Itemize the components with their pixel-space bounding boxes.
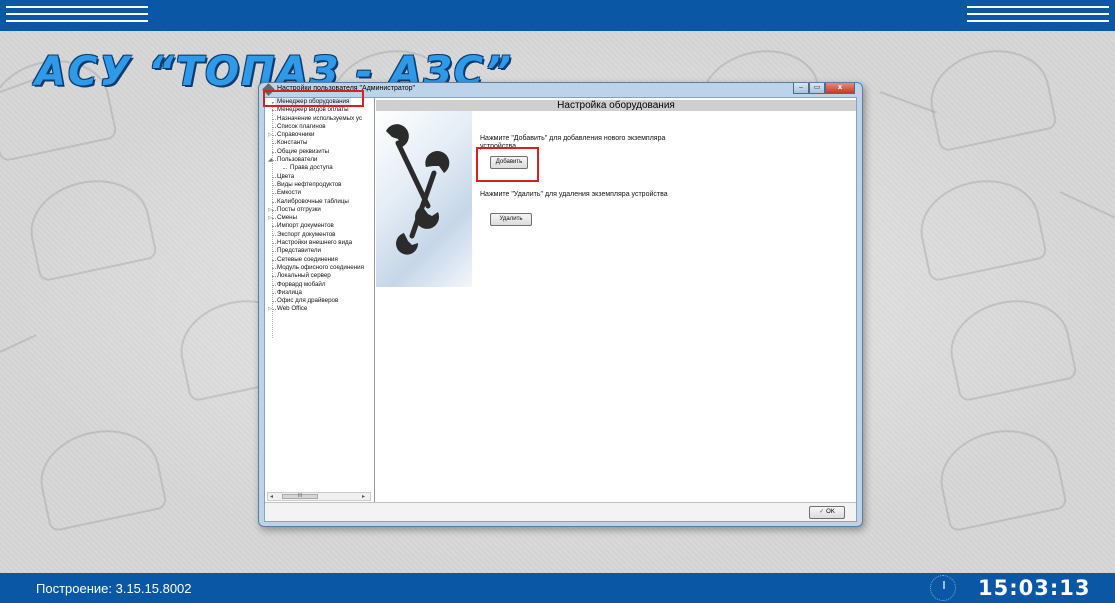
build-version: Построение: 3.15.15.8002 xyxy=(36,581,192,596)
scroll-thumb[interactable]: III xyxy=(282,494,318,499)
expand-arrow-icon[interactable]: ▷ xyxy=(268,214,272,222)
tree-item[interactable]: Представители xyxy=(265,247,374,255)
tree-item[interactable]: Физлица xyxy=(265,289,374,297)
tree-item[interactable]: Офис для драйверов xyxy=(265,297,374,305)
tree-item-label: Посты отгрузки xyxy=(277,205,321,213)
tree-item-label: Справочники xyxy=(277,131,315,139)
tree-item[interactable]: Экспорт документов xyxy=(265,231,374,239)
tree-item[interactable]: Общие реквизиты xyxy=(265,148,374,156)
tree-item-label: Список плагинов xyxy=(277,122,326,130)
scroll-right-icon[interactable]: ▸ xyxy=(362,493,365,500)
add-hint-text: Нажмите "Добавить" для добавления нового… xyxy=(480,135,666,150)
wrenches-icon xyxy=(386,124,450,255)
expand-arrow-icon[interactable]: ▷ xyxy=(268,131,272,139)
expand-arrow-icon[interactable]: ▷ xyxy=(268,305,272,313)
tree-item[interactable]: ▷ Посты отгрузки xyxy=(265,206,374,214)
menu-icon-right[interactable] xyxy=(967,6,1109,26)
tree-item-label: Импорт документов xyxy=(277,222,334,230)
content-header: Настройка оборудования xyxy=(376,100,856,111)
clock-icon xyxy=(930,575,956,601)
tree-item[interactable]: Виды нефтепродуктов xyxy=(265,181,374,189)
tree-item[interactable]: Менеджер видов оплаты xyxy=(265,106,374,114)
watermark-logo-icon xyxy=(921,39,1059,153)
window-controls: ‒ ▭ x xyxy=(793,83,855,95)
tree-item-label: Права доступа xyxy=(290,164,333,172)
tree-item[interactable]: ▷ Смены xyxy=(265,214,374,222)
ok-button-label: OK xyxy=(826,509,835,515)
tree-item-label: Локальный сервер xyxy=(277,272,331,280)
tree-item-label: Менеджер видов оплаты xyxy=(277,106,349,114)
tree-item-label: Общие реквизиты xyxy=(277,147,329,155)
scroll-left-icon[interactable]: ◂ xyxy=(270,493,273,500)
tree-item[interactable]: Настройки внешнего вида xyxy=(265,239,374,247)
tree-item[interactable]: Менеджер оборудования xyxy=(265,98,374,107)
tree-item-label: Цвета xyxy=(277,172,295,180)
menu-icon-left[interactable] xyxy=(6,6,148,26)
window-footer: ✓ OK xyxy=(265,502,856,521)
top-bar xyxy=(0,0,1115,31)
check-icon: ✓ xyxy=(819,509,825,515)
close-button[interactable]: x xyxy=(825,83,855,94)
tree-item-label: Форвард мобайл xyxy=(277,280,326,288)
window-body: Менеджер оборудования Менеджер видов опла… xyxy=(264,97,857,522)
tree-item[interactable]: Цвета xyxy=(265,173,374,181)
tree-item[interactable]: Модуль офисного соединения xyxy=(265,264,374,272)
watermark-logo-icon xyxy=(931,419,1069,533)
wrench-illustration xyxy=(376,111,472,287)
tree-item-label: Смены xyxy=(277,214,298,222)
tree-item-label: Офис для драйверов xyxy=(277,297,339,305)
watermark-logo-icon xyxy=(21,169,159,283)
tree-item[interactable]: Калибровочные таблицы xyxy=(265,198,374,206)
tree-item[interactable]: Права доступа xyxy=(265,164,374,172)
tree-item[interactable]: ◢ Пользователи xyxy=(265,156,374,164)
tree-item[interactable]: Константы xyxy=(265,139,374,147)
settings-tree: Менеджер оборудования Менеджер видов опла… xyxy=(265,98,375,502)
window-title: Настройки пользователя "Администратор" xyxy=(277,85,416,92)
delete-hint-text: Нажмите "Удалить" для удаления экземпляр… xyxy=(480,191,668,198)
tree-item-label: Сетевые соединения xyxy=(277,255,338,263)
tree-item[interactable]: Емкости xyxy=(265,189,374,197)
tree-item[interactable]: Список плагинов xyxy=(265,123,374,131)
delete-button[interactable]: Удалить xyxy=(490,213,532,226)
tree-item[interactable]: Импорт документов xyxy=(265,222,374,230)
tree-item-label: Менеджер оборудования xyxy=(275,98,352,107)
tree-item[interactable]: Сетевые соединения xyxy=(265,256,374,264)
tree-item[interactable]: ▷ Справочники xyxy=(265,131,374,139)
tree-item-label: Настройки внешнего вида xyxy=(277,239,353,247)
tree-item-label: Емкости xyxy=(277,189,301,197)
window-titlebar[interactable]: Настройки пользователя "Администратор" ‒… xyxy=(259,83,862,97)
tree-items: Менеджер оборудования Менеджер видов опла… xyxy=(265,98,374,314)
status-bar: Построение: 3.15.15.8002 15:03:13 xyxy=(0,573,1115,603)
tree-item-label: Константы xyxy=(277,139,308,147)
ok-button[interactable]: ✓ OK xyxy=(809,506,845,519)
tree-horizontal-scrollbar[interactable]: ◂ III ▸ xyxy=(267,492,371,501)
watermark-logo-icon xyxy=(911,169,1049,283)
expand-arrow-icon[interactable]: ◢ xyxy=(268,156,272,164)
tree-item[interactable]: Форвард мобайл xyxy=(265,281,374,289)
tree-item[interactable]: ▷ Web Office xyxy=(265,305,374,313)
tree-item-label: Пользователи xyxy=(277,156,318,164)
tree-item-label: Модуль офисного соединения xyxy=(277,263,364,271)
add-button[interactable]: Добавить xyxy=(490,156,528,169)
user-settings-window: Настройки пользователя "Администратор" ‒… xyxy=(258,82,863,527)
window-app-icon xyxy=(262,83,275,96)
content-panel: Настройка оборудования Нажмите "Добавить xyxy=(376,98,856,502)
tree-item-label: Назначение используемых ус xyxy=(277,114,363,122)
tree-item-label: Виды нефтепродуктов xyxy=(277,180,342,188)
tree-item-label: Физлица xyxy=(277,288,302,296)
tree-item-label: Представители xyxy=(277,247,321,255)
tree-item-label: Экспорт документов xyxy=(277,230,336,238)
expand-arrow-icon[interactable]: ▷ xyxy=(268,206,272,214)
watermark-logo-icon xyxy=(941,289,1079,403)
watermark-logo-icon xyxy=(31,419,169,533)
tree-item[interactable]: Локальный сервер xyxy=(265,272,374,280)
tree-item-label: Web Office xyxy=(277,305,308,313)
maximize-button[interactable]: ▭ xyxy=(809,83,825,94)
clock-time: 15:03:13 xyxy=(978,576,1091,600)
tree-item-label: Калибровочные таблицы xyxy=(277,197,349,205)
minimize-button[interactable]: ‒ xyxy=(793,83,809,94)
tree-item[interactable]: Назначение используемых ус xyxy=(265,115,374,123)
